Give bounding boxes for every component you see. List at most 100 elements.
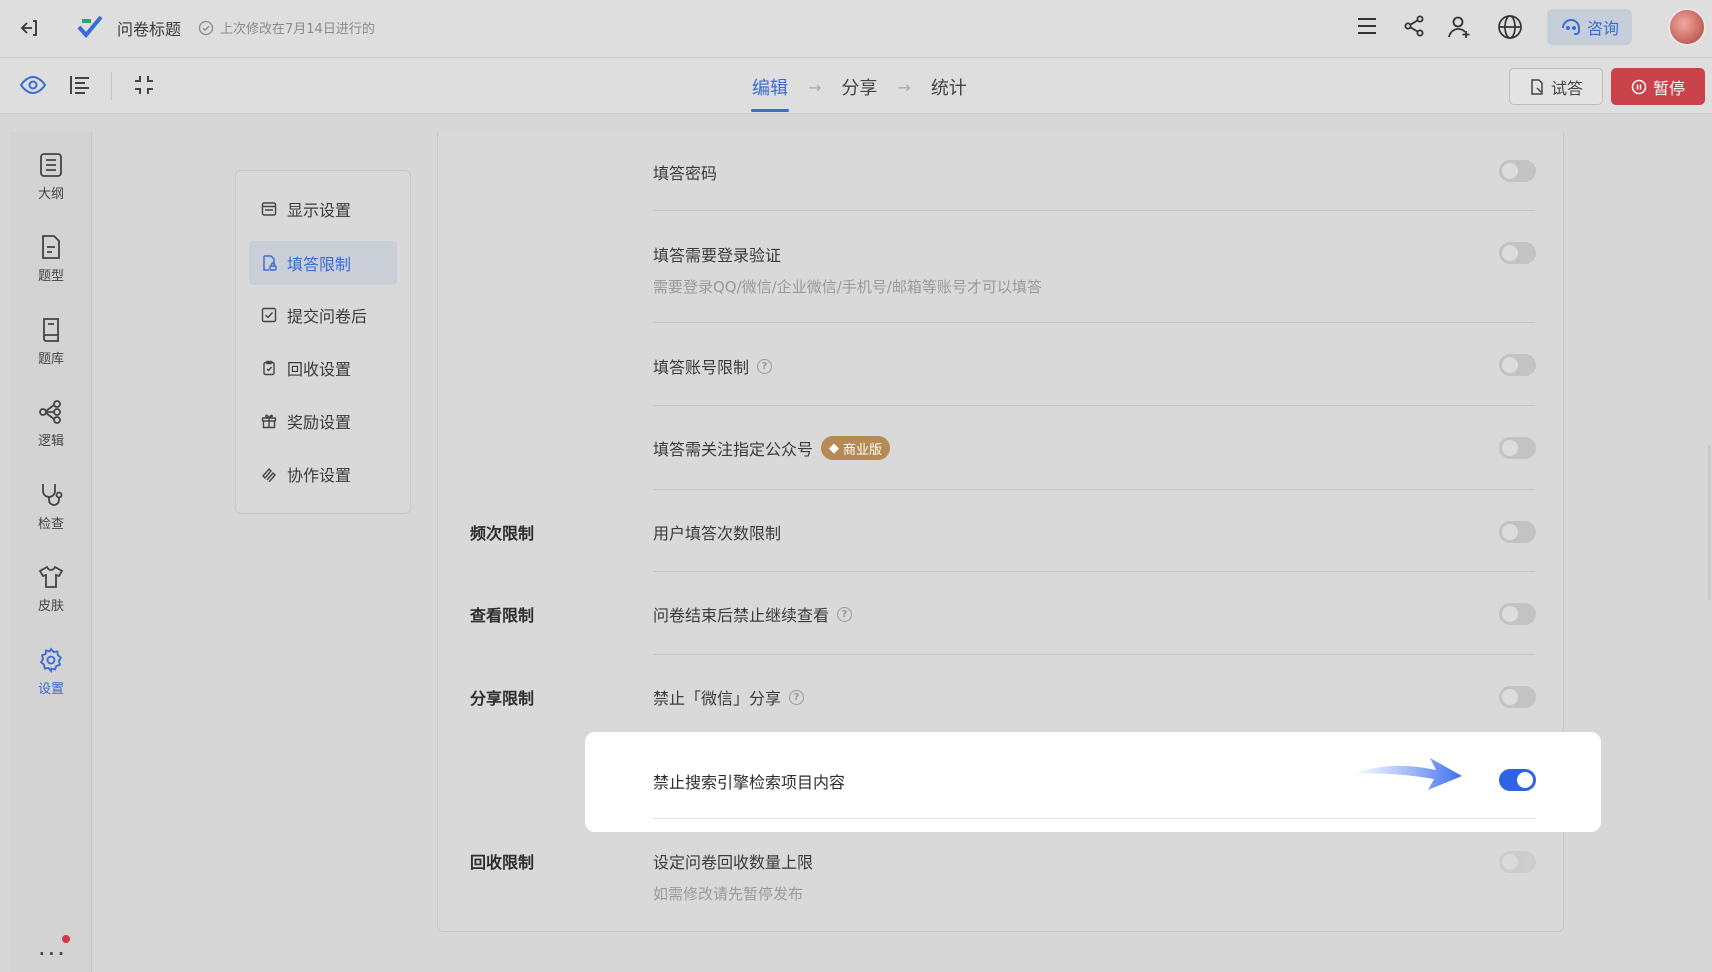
nav-item-logic[interactable]: 逻辑 (10, 399, 92, 449)
notification-dot (62, 935, 70, 943)
settings-nav-fill-limit[interactable]: 填答限制 (249, 241, 397, 285)
row-title: 填答需要登录验证 (653, 246, 782, 265)
highlighted-row-search-engine: 禁止搜索引擎检索项目内容 (585, 732, 1601, 832)
row-title: 设定问卷回收数量上限 (653, 853, 814, 872)
divider (111, 72, 112, 100)
nav-label-check: 检查 (37, 517, 64, 532)
settings-nav-label: 协作设置 (287, 466, 352, 485)
row-subtitle: 如需修改请先暂停发布 (653, 885, 804, 903)
consult-label: 咨询 (1586, 19, 1619, 38)
file-lock-icon (261, 255, 277, 271)
settings-nav: 显示设置 填答限制 提交问卷后 回收设置 奖励设置 协作设置 (235, 170, 411, 514)
pause-icon (1631, 79, 1647, 95)
collapse-icon[interactable] (132, 73, 156, 97)
nav-item-settings[interactable]: 设置 (10, 647, 92, 697)
pointer-arrow-icon (1352, 758, 1462, 790)
toggle-after-end[interactable] (1499, 603, 1536, 625)
toggle-search-engine[interactable] (1499, 769, 1536, 791)
try-answer-button[interactable]: 试答 (1509, 68, 1603, 105)
nav-label-outline: 大纲 (37, 187, 64, 202)
survey-title[interactable]: 问卷标题 (117, 16, 181, 40)
add-user-icon[interactable] (1447, 14, 1473, 40)
business-badge-label: 商业版 (843, 442, 883, 458)
menu-icon[interactable] (1356, 15, 1378, 37)
nav-item-skin[interactable]: 皮肤 (10, 564, 92, 614)
question-bank-icon (39, 317, 63, 343)
settings-nav-collect[interactable]: 回收设置 (249, 346, 397, 390)
last-modified: 上次修改在7月14日进行的 (198, 18, 375, 37)
list-icon[interactable] (68, 73, 92, 97)
divider (653, 210, 1535, 211)
more-icon[interactable]: ... (38, 935, 67, 959)
row-title: 填答需关注指定公众号 (653, 440, 814, 459)
eye-icon[interactable] (20, 74, 46, 96)
try-answer-label: 试答 (1550, 78, 1583, 98)
sub-bar: 编辑 → 分享 → 统计 试答 暂停 (0, 58, 1712, 114)
toggle-password[interactable] (1499, 160, 1536, 182)
arrow-right-icon: → (808, 77, 822, 97)
toggle-wechat-share[interactable] (1499, 686, 1536, 708)
nav-label-question-type: 题型 (37, 269, 64, 284)
divider (653, 405, 1535, 406)
divider (653, 818, 1535, 819)
row-subtitle: 需要登录QQ/微信/企业微信/手机号/邮箱等账号才可以填答 (653, 278, 1042, 296)
nav-item-outline[interactable]: 大纲 (10, 152, 92, 202)
toggle-quota[interactable] (1499, 851, 1536, 873)
row-title: 填答密码 (653, 164, 718, 183)
settings-nav-display[interactable]: 显示设置 (249, 187, 397, 231)
shirt-icon (38, 564, 64, 590)
row-title: 禁止「微信」分享 (653, 689, 782, 708)
row-quota: 设定问卷回收数量上限 如需修改请先暂停发布 (653, 849, 1535, 904)
divider (653, 322, 1535, 323)
checkbox-icon (261, 307, 277, 323)
clipboard-icon (261, 360, 277, 376)
section-label-frequency: 频次限制 (470, 524, 535, 543)
display-icon (261, 201, 277, 217)
pause-label: 暂停 (1652, 78, 1685, 98)
gift-icon (261, 413, 277, 429)
globe-icon[interactable] (1497, 14, 1523, 40)
outline-icon (39, 152, 63, 178)
row-user-limit: 用户填答次数限制 (653, 520, 1535, 544)
check-circle-icon (198, 20, 214, 36)
pause-button[interactable]: 暂停 (1611, 68, 1705, 105)
avatar[interactable] (1668, 8, 1706, 46)
help-icon[interactable]: ? (757, 358, 773, 374)
business-badge: ◆ 商业版 (821, 436, 891, 460)
settings-nav-collaborate[interactable]: 协作设置 (249, 452, 397, 496)
logo-icon[interactable] (76, 13, 104, 41)
settings-nav-label: 回收设置 (287, 360, 352, 379)
gear-icon (38, 647, 64, 673)
left-nav: 大纲 题型 题库 逻辑 检查 皮肤 设置 ... (10, 132, 92, 972)
consult-button[interactable]: 咨询 (1547, 9, 1632, 45)
question-type-icon (39, 234, 63, 260)
tab-edit[interactable]: 编辑 (751, 74, 789, 112)
divider (653, 571, 1535, 572)
share-icon[interactable] (1402, 14, 1426, 38)
settings-nav-reward[interactable]: 奖励设置 (249, 399, 397, 443)
toggle-follow[interactable] (1499, 437, 1536, 459)
settings-nav-after-submit[interactable]: 提交问卷后 (249, 293, 397, 337)
row-account: 填答账号限制? (653, 354, 1535, 378)
tab-stats[interactable]: 统计 (931, 74, 967, 100)
section-label-view: 查看限制 (470, 606, 535, 625)
divider (653, 654, 1535, 655)
tab-share[interactable]: 分享 (841, 74, 877, 100)
nav-item-question-bank[interactable]: 题库 (10, 317, 92, 367)
toggle-login[interactable] (1499, 242, 1536, 264)
row-follow: 填答需关注指定公众号 ◆ 商业版 (653, 436, 1535, 460)
exit-icon[interactable] (18, 17, 40, 39)
headset-icon (1560, 16, 1582, 38)
toggle-account[interactable] (1499, 354, 1536, 376)
scrollbar[interactable] (1708, 445, 1711, 600)
toggle-user-limit[interactable] (1499, 521, 1536, 543)
nav-label-question-bank: 题库 (37, 352, 64, 367)
settings-nav-label: 奖励设置 (287, 413, 352, 432)
document-icon (1529, 78, 1545, 95)
help-icon[interactable]: ? (837, 606, 853, 622)
top-bar: 问卷标题 上次修改在7月14日进行的 咨询 (0, 0, 1712, 58)
help-icon[interactable]: ? (789, 689, 805, 705)
nav-item-check[interactable]: 检查 (10, 482, 92, 532)
settings-nav-label: 填答限制 (287, 255, 352, 274)
nav-item-question-type[interactable]: 题型 (10, 234, 92, 284)
